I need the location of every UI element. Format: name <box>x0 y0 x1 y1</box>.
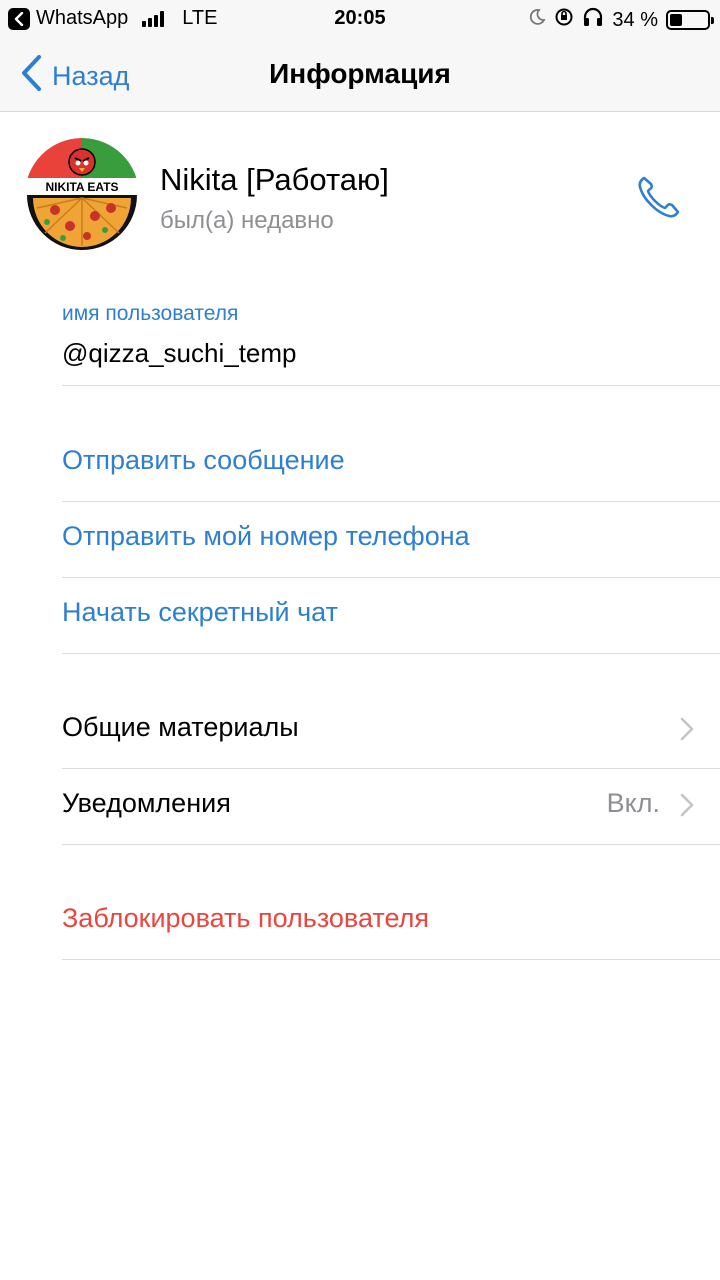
contact-info-screen: WhatsApp LTE 20:05 34 % Назад Информация… <box>0 0 720 1280</box>
battery-icon <box>666 10 714 30</box>
page-title: Информация <box>269 58 451 89</box>
moon-icon <box>528 8 546 32</box>
last-seen-status: был(а) недавно <box>160 207 334 234</box>
phone-icon <box>638 176 680 218</box>
profile-header: NIKITA EATS Nikita [Работаю] был(а) неда… <box>0 112 720 282</box>
battery-fill <box>670 14 683 26</box>
username-section[interactable]: имя пользователя @qizza_suchi_temp <box>62 298 720 386</box>
send-phone-label: Отправить мой номер телефона <box>62 521 470 551</box>
headphones-icon <box>582 7 604 33</box>
status-bar: WhatsApp LTE 20:05 34 % <box>0 0 720 38</box>
notifications-row[interactable]: Уведомления Вкл. <box>62 768 720 845</box>
chevron-right-icon <box>680 793 694 817</box>
avatar[interactable]: NIKITA EATS <box>25 138 139 252</box>
send-phone-row[interactable]: Отправить мой номер телефона <box>62 501 720 578</box>
navigation-bar: Назад Информация <box>0 38 720 112</box>
notifications-value: Вкл. <box>606 788 660 818</box>
notifications-label: Уведомления <box>62 788 231 818</box>
secret-chat-row[interactable]: Начать секретный чат <box>62 577 720 654</box>
avatar-logo-image: NIKITA EATS <box>25 138 139 252</box>
call-button[interactable] <box>632 170 686 224</box>
username-label: имя пользователя <box>62 302 239 325</box>
send-message-label: Отправить сообщение <box>62 445 345 475</box>
send-message-row[interactable]: Отправить сообщение <box>62 425 720 502</box>
battery-percent: 34 % <box>612 8 658 31</box>
svg-text:NIKITA EATS: NIKITA EATS <box>45 180 118 194</box>
shared-media-label: Общие материалы <box>62 712 299 742</box>
status-bar-right: 34 % <box>528 7 714 33</box>
chevron-right-icon <box>680 717 694 741</box>
orientation-lock-icon <box>554 7 574 33</box>
block-user-row[interactable]: Заблокировать пользователя <box>62 883 720 960</box>
contact-name: Nikita [Работаю] <box>160 162 389 197</box>
block-user-label: Заблокировать пользователя <box>62 903 429 933</box>
secret-chat-label: Начать секретный чат <box>62 597 338 627</box>
username-value[interactable]: @qizza_suchi_temp <box>62 338 297 369</box>
shared-media-row[interactable]: Общие материалы <box>62 692 720 769</box>
